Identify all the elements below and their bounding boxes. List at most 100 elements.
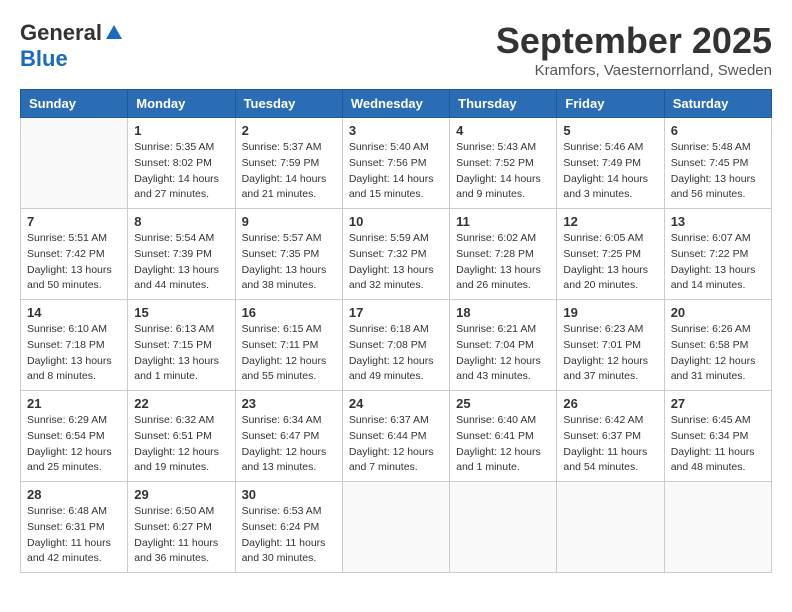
day-number: 11 xyxy=(456,214,550,229)
day-number: 15 xyxy=(134,305,228,320)
week-row-2: 7 Sunrise: 5:51 AMSunset: 7:42 PMDaylight… xyxy=(21,209,772,300)
calendar-cell: 14Sunrise: 6:10 AMSunset: 7:18 PMDayligh… xyxy=(21,300,128,391)
header-thursday: Thursday xyxy=(450,90,557,118)
day-info: Sunrise: 5:35 AMSunset: 8:02 PMDaylight:… xyxy=(134,140,228,203)
day-number: 24 xyxy=(349,396,443,411)
calendar-cell: 2Sunrise: 5:37 AMSunset: 7:59 PMDaylight… xyxy=(235,118,342,209)
calendar-cell: 19Sunrise: 6:23 AMSunset: 7:01 PMDayligh… xyxy=(557,300,664,391)
day-number: 7 xyxy=(27,214,121,229)
day-info: Sunrise: 5:48 AMSunset: 7:45 PMDaylight:… xyxy=(671,140,765,203)
calendar-cell: 13 Sunrise: 6:07 AMSunset: 7:22 PMDayligh… xyxy=(664,209,771,300)
day-number: 5 xyxy=(563,123,657,138)
calendar-cell xyxy=(342,482,449,573)
header-saturday: Saturday xyxy=(664,90,771,118)
day-number: 25 xyxy=(456,396,550,411)
title-section: September 2025 Kramfors, Vaesternorrland… xyxy=(496,20,772,79)
day-info: Sunrise: 6:05 AMSunset: 7:25 PMDaylight:… xyxy=(563,231,657,294)
calendar-cell: 8 Sunrise: 5:54 AMSunset: 7:39 PMDaylight… xyxy=(128,209,235,300)
day-info: Sunrise: 6:48 AMSunset: 6:31 PMDaylight:… xyxy=(27,504,121,567)
day-number: 14 xyxy=(27,305,121,320)
day-number: 28 xyxy=(27,487,121,502)
logo: General Blue xyxy=(20,20,124,72)
day-info: Sunrise: 5:40 AMSunset: 7:56 PMDaylight:… xyxy=(349,140,443,203)
day-info: Sunrise: 6:50 AMSunset: 6:27 PMDaylight:… xyxy=(134,504,228,567)
week-row-4: 21Sunrise: 6:29 AMSunset: 6:54 PMDayligh… xyxy=(21,391,772,482)
calendar-cell xyxy=(21,118,128,209)
week-row-1: 1Sunrise: 5:35 AMSunset: 8:02 PMDaylight… xyxy=(21,118,772,209)
calendar-cell: 10 Sunrise: 5:59 AMSunset: 7:32 PMDayligh… xyxy=(342,209,449,300)
day-info: Sunrise: 6:53 AMSunset: 6:24 PMDaylight:… xyxy=(242,504,336,567)
calendar-cell: 12 Sunrise: 6:05 AMSunset: 7:25 PMDayligh… xyxy=(557,209,664,300)
day-info: Sunrise: 6:34 AMSunset: 6:47 PMDaylight:… xyxy=(242,413,336,476)
day-info: Sunrise: 6:40 AMSunset: 6:41 PMDaylight:… xyxy=(456,413,550,476)
logo-general-text: General xyxy=(20,20,102,46)
calendar-cell: 21Sunrise: 6:29 AMSunset: 6:54 PMDayligh… xyxy=(21,391,128,482)
day-info: Sunrise: 5:37 AMSunset: 7:59 PMDaylight:… xyxy=(242,140,336,203)
day-number: 3 xyxy=(349,123,443,138)
day-info: Sunrise: 5:57 AMSunset: 7:35 PMDaylight:… xyxy=(242,231,336,294)
day-info: Sunrise: 5:59 AMSunset: 7:32 PMDaylight:… xyxy=(349,231,443,294)
day-number: 29 xyxy=(134,487,228,502)
day-number: 13 xyxy=(671,214,765,229)
header-monday: Monday xyxy=(128,90,235,118)
day-info: Sunrise: 6:37 AMSunset: 6:44 PMDaylight:… xyxy=(349,413,443,476)
month-title: September 2025 xyxy=(496,20,772,62)
calendar-cell: 30 Sunrise: 6:53 AMSunset: 6:24 PMDayligh… xyxy=(235,482,342,573)
header-sunday: Sunday xyxy=(21,90,128,118)
day-number: 19 xyxy=(563,305,657,320)
day-info: Sunrise: 6:29 AMSunset: 6:54 PMDaylight:… xyxy=(27,413,121,476)
day-number: 30 xyxy=(242,487,336,502)
week-row-3: 14Sunrise: 6:10 AMSunset: 7:18 PMDayligh… xyxy=(21,300,772,391)
day-number: 4 xyxy=(456,123,550,138)
calendar-cell: 11 Sunrise: 6:02 AMSunset: 7:28 PMDayligh… xyxy=(450,209,557,300)
day-number: 20 xyxy=(671,305,765,320)
day-number: 8 xyxy=(134,214,228,229)
day-number: 12 xyxy=(563,214,657,229)
calendar-cell: 24 Sunrise: 6:37 AMSunset: 6:44 PMDayligh… xyxy=(342,391,449,482)
day-number: 22 xyxy=(134,396,228,411)
calendar-cell: 15 Sunrise: 6:13 AMSunset: 7:15 PMDayligh… xyxy=(128,300,235,391)
calendar-cell: 29 Sunrise: 6:50 AMSunset: 6:27 PMDayligh… xyxy=(128,482,235,573)
calendar-cell: 18 Sunrise: 6:21 AMSunset: 7:04 PMDayligh… xyxy=(450,300,557,391)
day-info: Sunrise: 6:45 AMSunset: 6:34 PMDaylight:… xyxy=(671,413,765,476)
day-info: Sunrise: 5:46 AMSunset: 7:49 PMDaylight:… xyxy=(563,140,657,203)
calendar-cell: 1Sunrise: 5:35 AMSunset: 8:02 PMDaylight… xyxy=(128,118,235,209)
day-info: Sunrise: 5:51 AMSunset: 7:42 PMDaylight:… xyxy=(27,231,121,294)
day-number: 23 xyxy=(242,396,336,411)
calendar-cell: 22 Sunrise: 6:32 AMSunset: 6:51 PMDayligh… xyxy=(128,391,235,482)
calendar-cell: 9 Sunrise: 5:57 AMSunset: 7:35 PMDaylight… xyxy=(235,209,342,300)
day-info: Sunrise: 6:13 AMSunset: 7:15 PMDaylight:… xyxy=(134,322,228,385)
calendar-cell xyxy=(450,482,557,573)
day-number: 9 xyxy=(242,214,336,229)
day-info: Sunrise: 6:21 AMSunset: 7:04 PMDaylight:… xyxy=(456,322,550,385)
calendar-cell: 5 Sunrise: 5:46 AMSunset: 7:49 PMDaylight… xyxy=(557,118,664,209)
calendar-cell: 4 Sunrise: 5:43 AMSunset: 7:52 PMDaylight… xyxy=(450,118,557,209)
header-wednesday: Wednesday xyxy=(342,90,449,118)
calendar-cell: 3 Sunrise: 5:40 AMSunset: 7:56 PMDaylight… xyxy=(342,118,449,209)
logo-blue-text: Blue xyxy=(20,46,68,71)
day-info: Sunrise: 5:54 AMSunset: 7:39 PMDaylight:… xyxy=(134,231,228,294)
day-info: Sunrise: 6:32 AMSunset: 6:51 PMDaylight:… xyxy=(134,413,228,476)
calendar-cell xyxy=(557,482,664,573)
calendar-cell: 6Sunrise: 5:48 AMSunset: 7:45 PMDaylight… xyxy=(664,118,771,209)
day-number: 27 xyxy=(671,396,765,411)
calendar-cell: 28 Sunrise: 6:48 AMSunset: 6:31 PMDayligh… xyxy=(21,482,128,573)
day-info: Sunrise: 6:15 AMSunset: 7:11 PMDaylight:… xyxy=(242,322,336,385)
page-header: General Blue September 2025 Kramfors, Va… xyxy=(20,20,772,79)
day-info: Sunrise: 5:43 AMSunset: 7:52 PMDaylight:… xyxy=(456,140,550,203)
day-number: 16 xyxy=(242,305,336,320)
day-number: 17 xyxy=(349,305,443,320)
calendar-cell: 17Sunrise: 6:18 AMSunset: 7:08 PMDayligh… xyxy=(342,300,449,391)
day-info: Sunrise: 6:26 AMSunset: 6:58 PMDaylight:… xyxy=(671,322,765,385)
day-info: Sunrise: 6:02 AMSunset: 7:28 PMDaylight:… xyxy=(456,231,550,294)
location-text: Kramfors, Vaesternorrland, Sweden xyxy=(496,62,772,79)
header-tuesday: Tuesday xyxy=(235,90,342,118)
day-info: Sunrise: 6:07 AMSunset: 7:22 PMDaylight:… xyxy=(671,231,765,294)
calendar-header-row: SundayMondayTuesdayWednesdayThursdayFrid… xyxy=(21,90,772,118)
calendar-cell: 25 Sunrise: 6:40 AMSunset: 6:41 PMDayligh… xyxy=(450,391,557,482)
logo-triangle-icon xyxy=(104,23,124,43)
header-friday: Friday xyxy=(557,90,664,118)
calendar-cell: 7 Sunrise: 5:51 AMSunset: 7:42 PMDaylight… xyxy=(21,209,128,300)
day-number: 10 xyxy=(349,214,443,229)
day-number: 18 xyxy=(456,305,550,320)
